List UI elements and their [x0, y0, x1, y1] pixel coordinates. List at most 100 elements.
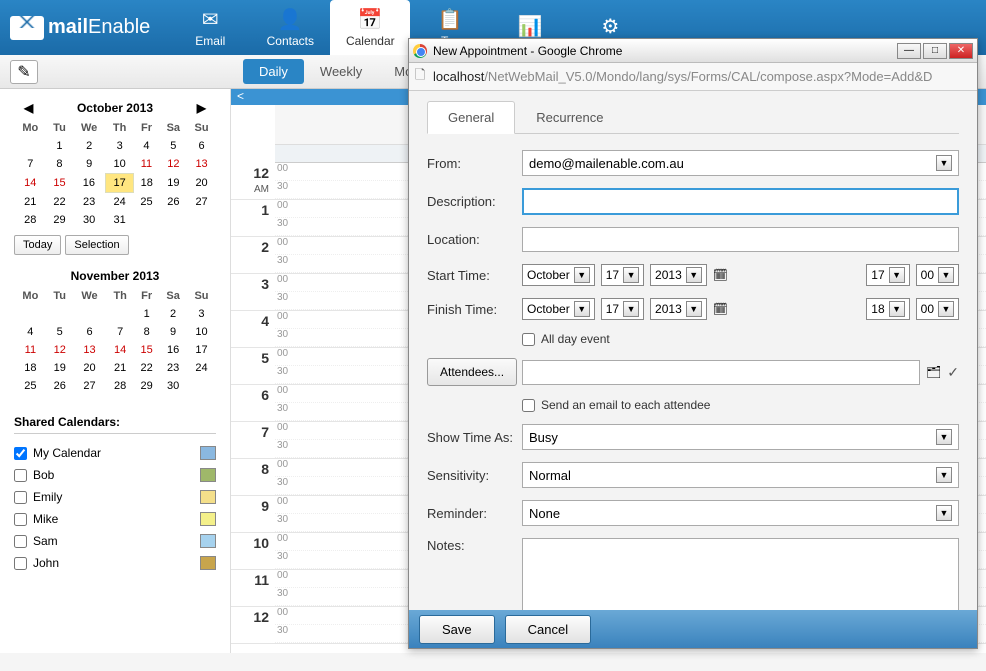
- day-cell[interactable]: 6: [187, 137, 216, 155]
- day-cell[interactable]: 29: [47, 211, 73, 229]
- day-cell[interactable]: 30: [159, 377, 187, 395]
- day-cell[interactable]: 18: [14, 359, 47, 377]
- allday-checkbox[interactable]: [522, 333, 535, 346]
- day-cell[interactable]: 29: [134, 377, 159, 395]
- reminder-select[interactable]: None▼: [522, 500, 959, 526]
- shared-calendar-item[interactable]: Sam: [14, 530, 216, 552]
- logo[interactable]: mailEnable: [10, 16, 150, 40]
- day-cell[interactable]: 19: [160, 174, 188, 193]
- close-button[interactable]: ✕: [949, 43, 973, 59]
- day-cell[interactable]: 11: [14, 341, 47, 359]
- day-cell[interactable]: 13: [187, 155, 216, 174]
- day-cell[interactable]: 11: [133, 155, 159, 174]
- day-cell[interactable]: 20: [73, 359, 107, 377]
- finish-day-select[interactable]: 17▼: [601, 298, 644, 320]
- calendar-checkbox[interactable]: [14, 469, 27, 482]
- maximize-button[interactable]: □: [923, 43, 947, 59]
- location-input[interactable]: [522, 227, 959, 252]
- calendar-icon[interactable]: 🗓: [713, 268, 728, 282]
- day-cell[interactable]: 18: [133, 174, 159, 193]
- calendar-icon[interactable]: 🗓: [713, 302, 728, 316]
- day-cell[interactable]: 5: [160, 137, 188, 155]
- finish-year-select[interactable]: 2013▼: [650, 298, 707, 320]
- sendmail-checkbox[interactable]: [522, 399, 535, 412]
- day-cell[interactable]: 27: [73, 377, 107, 395]
- prev-month-icon[interactable]: ◀: [24, 101, 33, 115]
- attendees-button[interactable]: Attendees...: [427, 358, 517, 386]
- shared-calendar-item[interactable]: Bob: [14, 464, 216, 486]
- day-cell[interactable]: 2: [159, 305, 187, 323]
- attendees-input[interactable]: [522, 360, 920, 385]
- day-cell[interactable]: 28: [106, 377, 134, 395]
- day-cell[interactable]: 16: [72, 174, 105, 193]
- minimize-button[interactable]: —: [897, 43, 921, 59]
- start-min-select[interactable]: 00▼: [916, 264, 959, 286]
- day-cell[interactable]: 16: [159, 341, 187, 359]
- view-tab-weekly[interactable]: Weekly: [304, 59, 378, 84]
- day-cell[interactable]: 23: [159, 359, 187, 377]
- day-cell[interactable]: 10: [106, 155, 134, 174]
- finish-min-select[interactable]: 00▼: [916, 298, 959, 320]
- tab-recurrence[interactable]: Recurrence: [515, 101, 624, 133]
- view-tab-daily[interactable]: Daily: [243, 59, 304, 84]
- day-cell[interactable]: 14: [106, 341, 134, 359]
- day-cell[interactable]: 3: [106, 137, 134, 155]
- next-month-icon[interactable]: ▶: [197, 101, 206, 115]
- day-cell[interactable]: 8: [134, 323, 159, 341]
- day-cell[interactable]: 26: [47, 377, 73, 395]
- selection-button[interactable]: Selection: [65, 235, 128, 255]
- start-day-select[interactable]: 17▼: [601, 264, 644, 286]
- day-cell[interactable]: 26: [160, 193, 188, 212]
- showas-select[interactable]: Busy▼: [522, 424, 959, 450]
- day-cell[interactable]: 7: [106, 323, 134, 341]
- sensitivity-select[interactable]: Normal▼: [522, 462, 959, 488]
- window-titlebar[interactable]: New Appointment - Google Chrome — □ ✕: [409, 39, 977, 63]
- day-cell[interactable]: 19: [47, 359, 73, 377]
- nav-item-email[interactable]: ✉Email: [170, 0, 250, 55]
- calendar-checkbox[interactable]: [14, 447, 27, 460]
- day-cell[interactable]: 6: [73, 323, 107, 341]
- day-cell[interactable]: 24: [106, 193, 134, 212]
- shared-calendar-item[interactable]: Mike: [14, 508, 216, 530]
- contacts-icon[interactable]: 🗂: [926, 365, 941, 379]
- day-cell[interactable]: 3: [187, 305, 216, 323]
- day-cell[interactable]: 1: [47, 137, 73, 155]
- day-cell[interactable]: 15: [47, 174, 73, 193]
- save-button[interactable]: Save: [419, 615, 495, 644]
- nav-item-calendar[interactable]: 📅Calendar: [330, 0, 410, 55]
- day-cell[interactable]: 21: [106, 359, 134, 377]
- day-cell[interactable]: 28: [14, 211, 47, 229]
- day-cell[interactable]: 13: [73, 341, 107, 359]
- nav-item-contacts[interactable]: 👤Contacts: [250, 0, 330, 55]
- day-cell[interactable]: 23: [72, 193, 105, 212]
- calendar-checkbox[interactable]: [14, 513, 27, 526]
- day-cell[interactable]: 9: [159, 323, 187, 341]
- day-cell[interactable]: 27: [187, 193, 216, 212]
- finish-month-select[interactable]: October▼: [522, 298, 595, 320]
- check-icon[interactable]: ✓: [947, 364, 959, 381]
- calendar-checkbox[interactable]: [14, 491, 27, 504]
- day-cell[interactable]: 24: [187, 359, 216, 377]
- day-cell[interactable]: 20: [187, 174, 216, 193]
- cancel-button[interactable]: Cancel: [505, 615, 591, 644]
- day-cell[interactable]: 25: [14, 377, 47, 395]
- finish-hour-select[interactable]: 18▼: [866, 298, 909, 320]
- start-hour-select[interactable]: 17▼: [866, 264, 909, 286]
- day-cell[interactable]: 22: [134, 359, 159, 377]
- shared-calendar-item[interactable]: Emily: [14, 486, 216, 508]
- shared-calendar-item[interactable]: John: [14, 552, 216, 574]
- day-cell[interactable]: 4: [133, 137, 159, 155]
- day-cell[interactable]: 12: [47, 341, 73, 359]
- compose-button[interactable]: ✎: [10, 60, 38, 84]
- day-cell[interactable]: 17: [187, 341, 216, 359]
- notes-textarea[interactable]: [522, 538, 959, 610]
- calendar-checkbox[interactable]: [14, 535, 27, 548]
- address-bar[interactable]: 🗋 localhost/NetWebMail_V5.0/Mondo/lang/s…: [409, 63, 977, 91]
- shared-calendar-item[interactable]: My Calendar: [14, 442, 216, 464]
- day-cell[interactable]: 14: [14, 174, 47, 193]
- day-cell[interactable]: 10: [187, 323, 216, 341]
- today-button[interactable]: Today: [14, 235, 61, 255]
- day-cell[interactable]: 7: [14, 155, 47, 174]
- from-select[interactable]: demo@mailenable.com.au ▼: [522, 150, 959, 176]
- day-cell[interactable]: 4: [14, 323, 47, 341]
